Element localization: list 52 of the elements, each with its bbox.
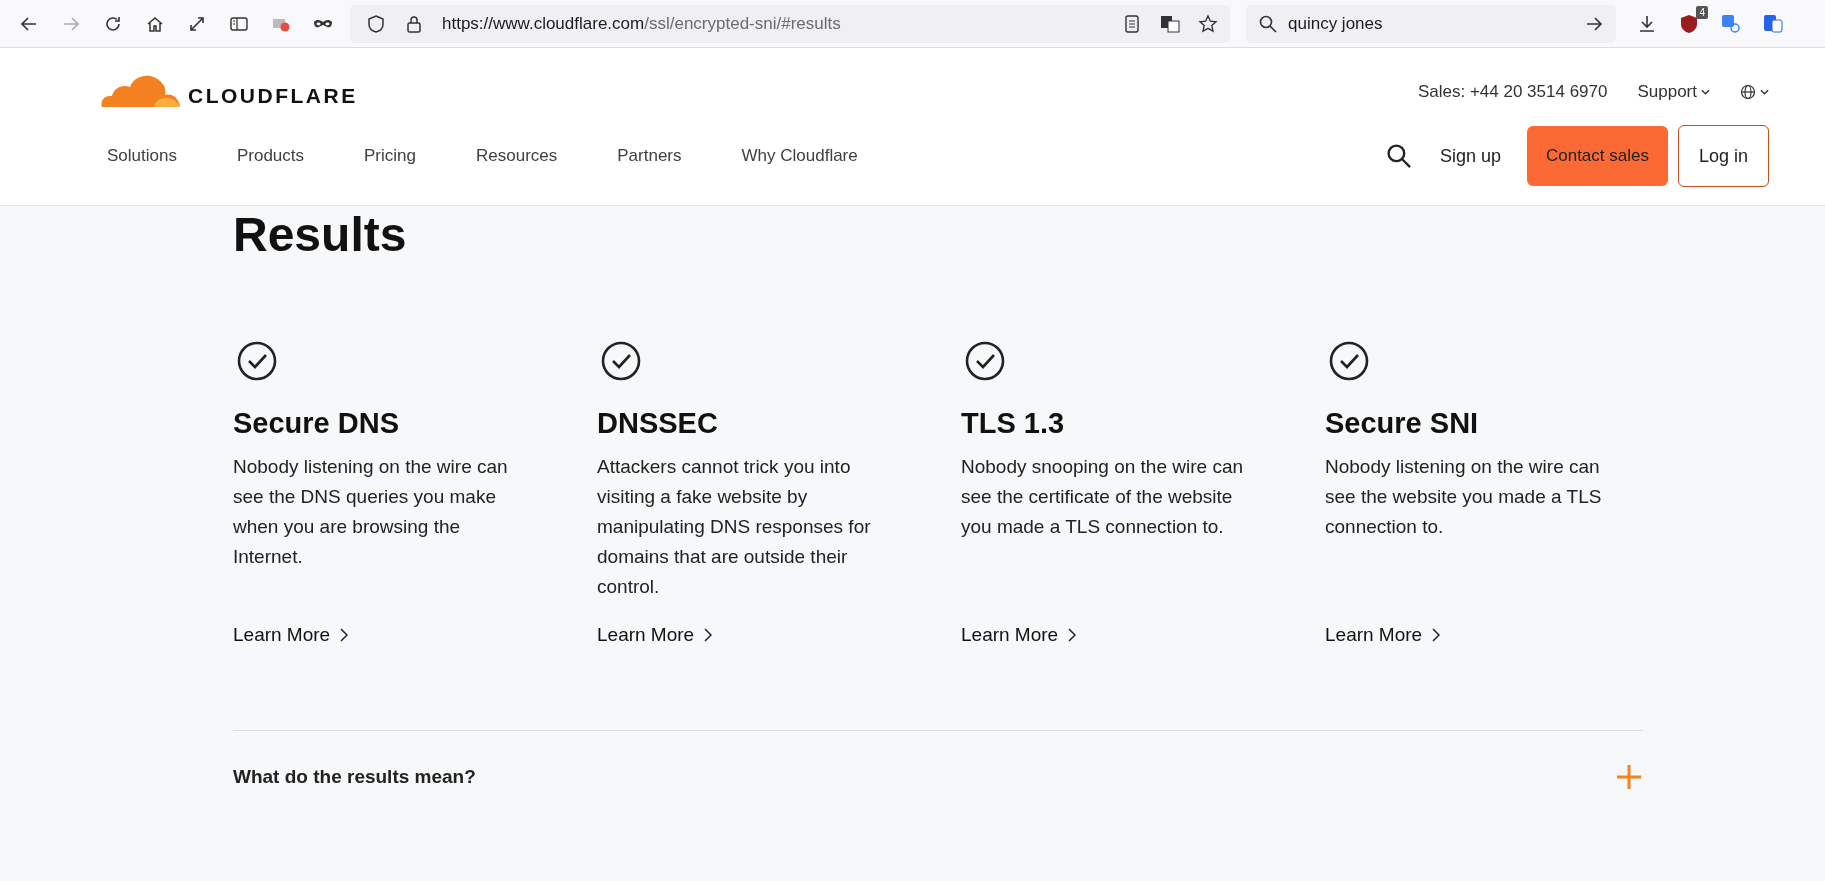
address-bar[interactable]: https://www.cloudflare.com/ssl/encrypted-sni/#results: [350, 4, 1230, 43]
check-circle-icon: [1329, 341, 1369, 381]
url-text: https://www.cloudflare.com/ssl/encrypted-sni/#results: [442, 13, 842, 34]
card-title: Secure SNI: [1325, 407, 1480, 440]
check-circle-icon: [601, 341, 641, 381]
search-field[interactable]: quincy jones: [1246, 4, 1616, 43]
card-description: Nobody listening on the wire can see the website you made a TLS connection to.: [1325, 455, 1603, 539]
sales-phone-text: Sales: +44 20 3514 6970: [1417, 82, 1608, 102]
contact-sales-button[interactable]: Contact sales: [1526, 126, 1668, 186]
lock-icon: [404, 13, 424, 34]
accordion-question: What do the results mean?: [233, 766, 476, 788]
learn-more-link[interactable]: Learn More: [597, 624, 713, 646]
download-icon[interactable]: [1637, 13, 1657, 34]
learn-more-link[interactable]: Learn More: [961, 624, 1077, 646]
check-circle-icon: [237, 341, 277, 381]
globe-icon: [1740, 84, 1756, 100]
nav-link[interactable]: Pricing: [364, 146, 416, 166]
check-circle-icon: [965, 341, 1005, 381]
card-description: Attackers cannot trick you into visiting a fake website by manipulating DNS responses for domains that are outside their control.: [597, 455, 872, 599]
card-description: Nobody listening on the wire can see the DNS queries you make when you are browsing the Internet.: [233, 455, 509, 569]
card-title: TLS 1.3: [961, 407, 1066, 440]
extension-badge: 4: [1696, 5, 1708, 19]
nav-link[interactable]: Solutions: [107, 146, 177, 166]
nav-link[interactable]: Resources: [476, 146, 558, 166]
nav-link[interactable]: Why Cloudflare: [741, 146, 858, 166]
caret-icon: [1760, 89, 1769, 95]
section-title: Results: [233, 207, 408, 263]
accordion-item[interactable]: What do the results mean?: [233, 730, 1643, 823]
chevron-right-icon: [340, 628, 349, 642]
card-title: DNSSEC: [597, 407, 719, 440]
plus-icon: [1615, 763, 1643, 791]
chevron-right-icon: [1068, 628, 1077, 642]
shield-icon[interactable]: [366, 13, 386, 34]
learn-more-link[interactable]: Learn More: [1325, 624, 1441, 646]
card-title: Secure DNS: [233, 407, 400, 440]
search-icon[interactable]: [1385, 143, 1412, 169]
shield-extension-icon[interactable]: [1679, 13, 1699, 34]
sign-up-link[interactable]: Sign up: [1439, 145, 1501, 167]
reader-view-icon[interactable]: [1122, 13, 1142, 34]
language-menu[interactable]: [1740, 84, 1769, 100]
card-description: Nobody snooping on the wire can see the certificate of the website you made a TLS connection to.: [961, 455, 1245, 539]
support-menu[interactable]: Support: [1637, 82, 1710, 102]
nav-link[interactable]: Products: [236, 146, 305, 166]
log-in-button[interactable]: Log in: [1677, 125, 1769, 187]
logo-wordmark[interactable]: CLOUDFLARE: [188, 84, 358, 108]
search-icon: [1258, 13, 1278, 34]
chevron-right-icon: [1432, 628, 1441, 642]
chevron-right-icon: [704, 628, 713, 642]
star-icon[interactable]: [1198, 13, 1218, 34]
learn-more-link[interactable]: Learn More: [233, 624, 349, 646]
nav-link[interactable]: Partners: [617, 146, 682, 166]
caret-icon: [1701, 89, 1710, 95]
